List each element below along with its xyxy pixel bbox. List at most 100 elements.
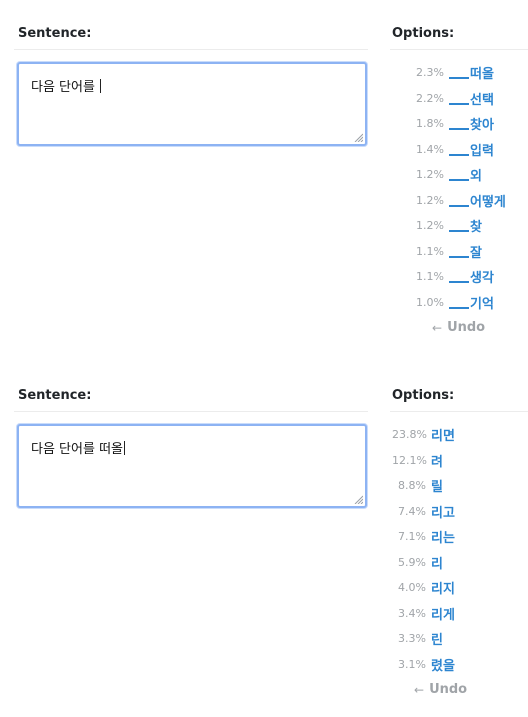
option-item[interactable]: 7.4% 리고 — [392, 499, 528, 525]
option-word-link[interactable]: 잘 — [449, 242, 482, 261]
option-word-link[interactable]: 외 — [449, 165, 482, 184]
option-item[interactable]: 1.2% 외 — [392, 162, 528, 188]
option-word-link[interactable]: 떠올 — [449, 63, 494, 82]
option-item[interactable]: 2.2% 선택 — [392, 86, 528, 112]
option-word-link[interactable]: 리는 — [431, 527, 455, 546]
option-item[interactable]: 4.0% 리지 — [392, 575, 528, 601]
option-probability: 23.8% — [392, 428, 427, 442]
option-item[interactable]: 1.0% 기억 — [392, 290, 528, 316]
option-probability: 2.3% — [416, 66, 444, 80]
option-probability: 1.1% — [416, 270, 444, 284]
option-word-text: 려 — [431, 454, 443, 470]
option-word-link[interactable]: 리 — [431, 553, 443, 572]
option-word-text: 리는 — [431, 531, 455, 547]
option-probability: 7.4% — [398, 504, 426, 518]
divider — [14, 411, 368, 412]
option-probability: 7.1% — [398, 530, 426, 544]
option-word-text: 생각 — [470, 271, 494, 287]
option-item[interactable]: 1.1% 생각 — [392, 264, 528, 290]
option-item[interactable]: 8.8% 릴 — [392, 473, 528, 499]
option-item[interactable]: 1.2% 찾 — [392, 213, 528, 239]
option-word-link[interactable]: 찾 — [449, 216, 482, 235]
option-probability: 1.0% — [416, 295, 444, 309]
option-item[interactable]: 3.4% 리게 — [392, 601, 528, 627]
option-word-link[interactable]: 려 — [431, 451, 443, 470]
undo-label: Undo — [447, 320, 486, 336]
option-item[interactable]: 1.2% 어떻게 — [392, 188, 528, 214]
option-word-text: 찾 — [470, 220, 482, 236]
text-caret — [100, 79, 102, 93]
option-item[interactable]: 23.8% 리면 — [392, 422, 528, 448]
option-item[interactable]: 1.1% 잘 — [392, 239, 528, 265]
option-probability: 4.0% — [398, 581, 426, 595]
option-item[interactable]: 2.3% 떠올 — [392, 60, 528, 86]
option-word-link[interactable]: 린 — [431, 629, 443, 648]
undo-button[interactable]: ← Undo — [392, 677, 528, 703]
blank-underline — [449, 118, 469, 131]
option-probability: 1.4% — [416, 142, 444, 156]
options-list: 23.8% 리면 12.1% 려 8.8% 릴 7.4% 리고 7.1% 리는 5.9% 리 4.0% 리… — [392, 422, 528, 703]
left-arrow-icon: ← — [414, 682, 425, 697]
option-word-link[interactable]: 선택 — [449, 89, 494, 108]
option-probability: 2.2% — [416, 91, 444, 105]
option-word-link[interactable]: 생각 — [449, 267, 494, 286]
resize-grip-icon[interactable] — [353, 132, 363, 142]
option-probability: 5.9% — [398, 555, 426, 569]
sentence-text: 다음 단어를 떠올 — [31, 441, 125, 457]
option-probability: 3.1% — [398, 657, 426, 671]
option-probability: 8.8% — [398, 479, 426, 493]
blank-underline — [449, 271, 469, 284]
option-word-link[interactable]: 릴 — [431, 476, 443, 495]
option-probability: 3.4% — [398, 606, 426, 620]
option-word-link[interactable]: 입력 — [449, 140, 494, 159]
blank-underline — [449, 144, 469, 156]
option-item[interactable]: 5.9% 리 — [392, 550, 528, 576]
undo-label: Undo — [429, 682, 468, 698]
sentence-text: 다음 단어를 — [31, 79, 102, 95]
sentence-label: Sentence: — [18, 388, 92, 403]
option-word-link[interactable]: 기억 — [449, 293, 494, 312]
blank-underline — [449, 195, 469, 207]
option-word-text: 외 — [470, 169, 482, 185]
option-item[interactable]: 3.1% 렸을 — [392, 652, 528, 678]
option-probability: 12.1% — [392, 453, 427, 467]
option-item[interactable]: 1.8% 찾아 — [392, 111, 528, 137]
option-probability: 3.3% — [398, 632, 426, 646]
option-word-link[interactable]: 리면 — [431, 425, 455, 444]
option-word-link[interactable]: 리고 — [431, 502, 455, 521]
option-probability: 1.2% — [416, 193, 444, 207]
sentence-input[interactable]: 다음 단어를 떠올 — [17, 424, 367, 508]
option-word-text: 선택 — [470, 92, 494, 108]
text-caret — [124, 441, 125, 455]
undo-button[interactable]: ← Undo — [392, 315, 528, 341]
option-word-link[interactable]: 렸을 — [431, 655, 455, 674]
option-item[interactable]: 3.3% 린 — [392, 626, 528, 652]
blank-underline — [449, 169, 469, 182]
blank-underline — [449, 246, 469, 258]
option-word-text: 기억 — [470, 296, 494, 312]
option-probability: 1.1% — [416, 244, 444, 258]
blank-underline — [449, 220, 469, 233]
option-item[interactable]: 1.4% 입력 — [392, 137, 528, 163]
option-item[interactable]: 7.1% 리는 — [392, 524, 528, 550]
options-label: Options: — [392, 388, 455, 403]
sentence-input[interactable]: 다음 단어를 — [17, 62, 367, 146]
option-word-link[interactable]: 리지 — [431, 578, 455, 597]
options-list: 2.3% 떠올 2.2% 선택 1.8% 찾아 1.4% 입력 1.2% 외 1.2% 어떻게 1.2%… — [392, 60, 528, 341]
option-word-text: 렸을 — [431, 658, 455, 674]
option-word-text: 리게 — [431, 607, 455, 623]
blank-underline — [449, 67, 469, 80]
option-word-link[interactable]: 찾아 — [449, 114, 494, 133]
option-word-text: 리면 — [431, 429, 455, 445]
option-word-text: 린 — [431, 633, 443, 649]
options-label: Options: — [392, 26, 455, 41]
option-word-text: 어떻게 — [470, 194, 506, 210]
resize-grip-icon[interactable] — [353, 494, 363, 504]
option-word-link[interactable]: 리게 — [431, 604, 455, 623]
option-word-text: 릴 — [431, 480, 443, 496]
option-word-text: 리고 — [431, 505, 455, 521]
divider — [390, 49, 528, 50]
option-word-link[interactable]: 어떻게 — [449, 191, 506, 210]
option-word-text: 입력 — [470, 143, 494, 159]
option-item[interactable]: 12.1% 려 — [392, 448, 528, 474]
